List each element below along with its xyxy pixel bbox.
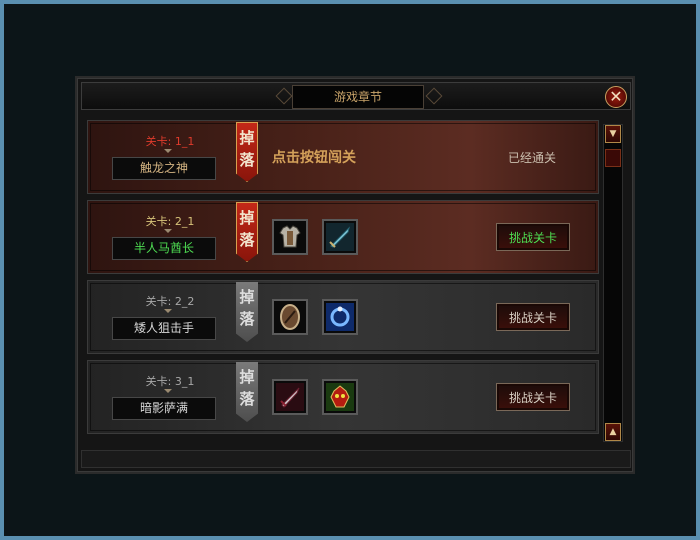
scrollbar[interactable]: ▼ ▲ [603,124,623,442]
drop-item-slot[interactable] [272,299,308,335]
ring-icon [326,303,354,331]
stage-number: 关卡: 1_1 [145,135,195,148]
drop-item-slot[interactable] [272,379,308,415]
title-ornament-left-icon [275,87,293,105]
stage-number: 关卡: 3_1 [145,375,195,388]
bottom-frame [81,450,631,468]
scroll-up-button[interactable]: ▼ [605,125,621,143]
boss-name: 触龙之神 [112,157,216,180]
drop-item-slot[interactable] [272,219,308,255]
challenge-button[interactable]: 挑战关卡 [496,223,570,251]
chapter-window: 游戏章节 ✕ 关卡: 1_1 触龙之神 掉落 点击按钮闯关 已经通关 关卡: 2… [75,76,635,474]
drop-ribbon: 掉落 [236,202,258,262]
stage-number: 关卡: 2_2 [145,295,195,308]
stage-row: 关卡: 3_1 暗影萨满 掉落 挑战关卡 [87,360,599,434]
drop-item-slot[interactable] [322,299,358,335]
title-ornament-right-icon [425,87,443,105]
chevron-down-icon [164,389,172,393]
sword-icon [326,223,354,251]
screen-frame: 游戏章节 ✕ 关卡: 1_1 触龙之神 掉落 点击按钮闯关 已经通关 关卡: 2… [0,0,700,540]
challenge-button[interactable]: 挑战关卡 [496,303,570,331]
shield-icon [280,304,300,330]
boss-name: 暗影萨满 [112,397,216,420]
demon-mask-icon [326,383,354,411]
title-bar: 游戏章节 [81,82,631,110]
close-button[interactable]: ✕ [605,86,627,108]
drop-ribbon: 掉落 [236,362,258,422]
challenge-button[interactable]: 挑战关卡 [496,383,570,411]
window-title: 游戏章节 [292,85,424,109]
scroll-down-button[interactable]: ▲ [605,423,621,441]
armor-icon [279,225,301,248]
boss-name: 半人马酋长 [112,237,216,260]
chevron-down-icon [164,309,172,313]
dagger-icon [276,383,304,411]
hint-text: 点击按钮闯关 [272,150,356,166]
stage-row: 关卡: 2_1 半人马酋长 掉落 挑战关卡 [87,200,599,274]
drop-item-slot[interactable] [322,379,358,415]
drop-ribbon: 掉落 [236,282,258,342]
stage-row: 关卡: 1_1 触龙之神 掉落 点击按钮闯关 已经通关 [87,120,599,194]
drop-ribbon: 掉落 [236,122,258,182]
scroll-thumb[interactable] [605,149,621,167]
boss-name: 矮人狙击手 [112,317,216,340]
chevron-down-icon [164,149,172,153]
drop-item-slot[interactable] [322,219,358,255]
stage-number: 关卡: 2_1 [145,215,195,228]
stage-list: 关卡: 1_1 触龙之神 掉落 点击按钮闯关 已经通关 关卡: 2_1 半人马酋… [87,120,599,442]
cleared-status: 已经通关 [508,151,557,165]
chevron-down-icon [164,229,172,233]
stage-row: 关卡: 2_2 矮人狙击手 掉落 挑战关卡 [87,280,599,354]
